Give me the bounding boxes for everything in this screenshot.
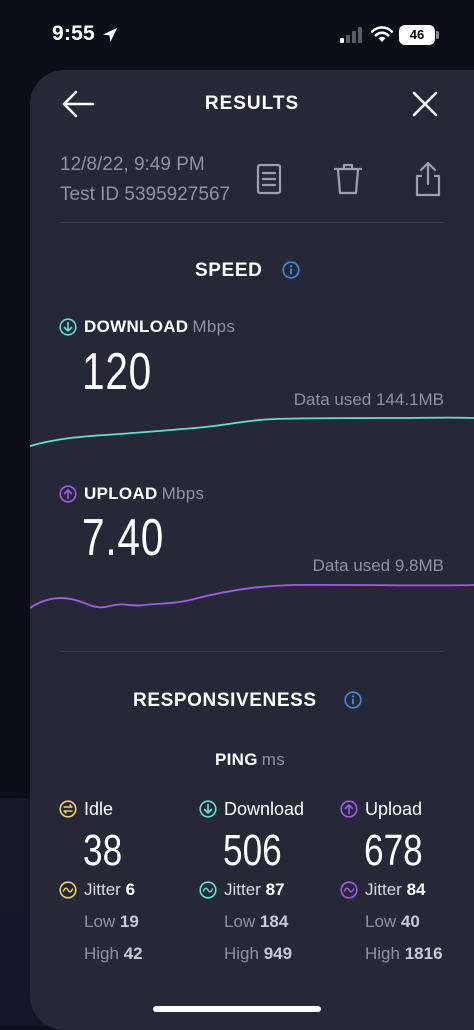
upload-arrow-icon (59, 485, 77, 503)
download-label-text: DOWNLOAD (84, 317, 189, 336)
ping-upload-value: 678 (364, 826, 423, 875)
low-download-value: 184 (259, 912, 289, 931)
jitter-idle-value: 6 (125, 880, 136, 899)
ping-download-value: 506 (223, 826, 282, 875)
high-idle: High 42 (84, 944, 143, 964)
ping-upload-label: Upload (365, 799, 423, 819)
divider-middle (60, 651, 444, 652)
battery-icon: 46 (399, 25, 435, 45)
close-icon[interactable] (411, 90, 439, 118)
location-arrow-icon (103, 28, 117, 42)
test-date: 12/8/22, 9:49 PM (60, 154, 205, 175)
high-upload-value: 1816 (404, 944, 443, 963)
upload-label: UPLOAD Mbps (84, 484, 204, 504)
download-data-used: Data used 144.1MB (293, 390, 444, 409)
upload-speed-value: 7.40 (82, 509, 165, 567)
upload-unit: Mbps (161, 484, 205, 503)
jitter-download: Jitter 87 (224, 880, 285, 900)
upload-speed-graph (30, 583, 474, 609)
high-upload-label: High (365, 944, 400, 963)
high-download-value: 949 (263, 944, 293, 963)
jitter-upload-label: Jitter (365, 880, 402, 899)
wifi-icon (370, 26, 394, 42)
upload-data-used: Data used 9.8MB (312, 556, 444, 575)
speed-section-title: SPEED (195, 260, 263, 281)
low-download-label: Low (224, 912, 256, 931)
download-speed-graph (30, 416, 474, 447)
download-label: DOWNLOAD Mbps (84, 317, 235, 337)
low-upload-value: 40 (400, 912, 420, 931)
jitter-download-label: Jitter (224, 880, 261, 899)
share-icon[interactable] (412, 160, 444, 198)
ping-idle-label: Idle (84, 799, 114, 819)
low-idle: Low 19 (84, 912, 139, 932)
ping-label: PING (215, 750, 258, 769)
upload-label-text: UPLOAD (84, 484, 158, 503)
high-upload: High 1816 (365, 944, 443, 964)
low-idle-label: Low (84, 912, 116, 931)
jitter-upload-icon (340, 881, 358, 899)
high-download-label: High (224, 944, 259, 963)
low-upload: Low 40 (365, 912, 420, 932)
ping-idle-value: 38 (83, 826, 123, 875)
page-title: RESULTS (204, 93, 300, 114)
ping-download-icon (199, 800, 217, 818)
idle-icon (59, 800, 77, 818)
jitter-download-icon (199, 881, 217, 899)
download-arrow-icon (59, 318, 77, 336)
jitter-idle-label: Jitter (84, 880, 121, 899)
download-unit: Mbps (192, 317, 236, 336)
trash-icon[interactable] (332, 162, 364, 196)
high-download: High 949 (224, 944, 292, 964)
status-bar: 9:55 46 (0, 0, 474, 70)
jitter-upload: Jitter 84 (365, 880, 426, 900)
cellular-signal-icon (340, 27, 362, 43)
ping-heading: PING ms (215, 750, 285, 770)
jitter-idle-icon (59, 881, 77, 899)
home-indicator[interactable] (153, 1006, 321, 1012)
jitter-upload-value: 84 (406, 880, 426, 899)
download-speed-value: 120 (82, 343, 153, 401)
low-download: Low 184 (224, 912, 288, 932)
test-id: Test ID 5395927567 (60, 184, 231, 205)
jitter-download-value: 87 (265, 880, 285, 899)
ping-download-label: Download (224, 799, 305, 819)
speed-info-icon[interactable] (282, 261, 300, 279)
responsiveness-section-title: RESPONSIVENESS (133, 690, 317, 711)
divider-top (60, 222, 444, 223)
low-upload-label: Low (365, 912, 397, 931)
battery-cap (436, 31, 439, 39)
high-idle-value: 42 (123, 944, 143, 963)
high-idle-label: High (84, 944, 119, 963)
low-idle-value: 19 (119, 912, 139, 931)
ping-unit: ms (261, 750, 286, 769)
responsiveness-info-icon[interactable] (344, 691, 362, 709)
ping-upload-icon (340, 800, 358, 818)
status-time: 9:55 (52, 22, 95, 45)
jitter-idle: Jitter 6 (84, 880, 135, 900)
notes-icon[interactable] (254, 163, 284, 197)
